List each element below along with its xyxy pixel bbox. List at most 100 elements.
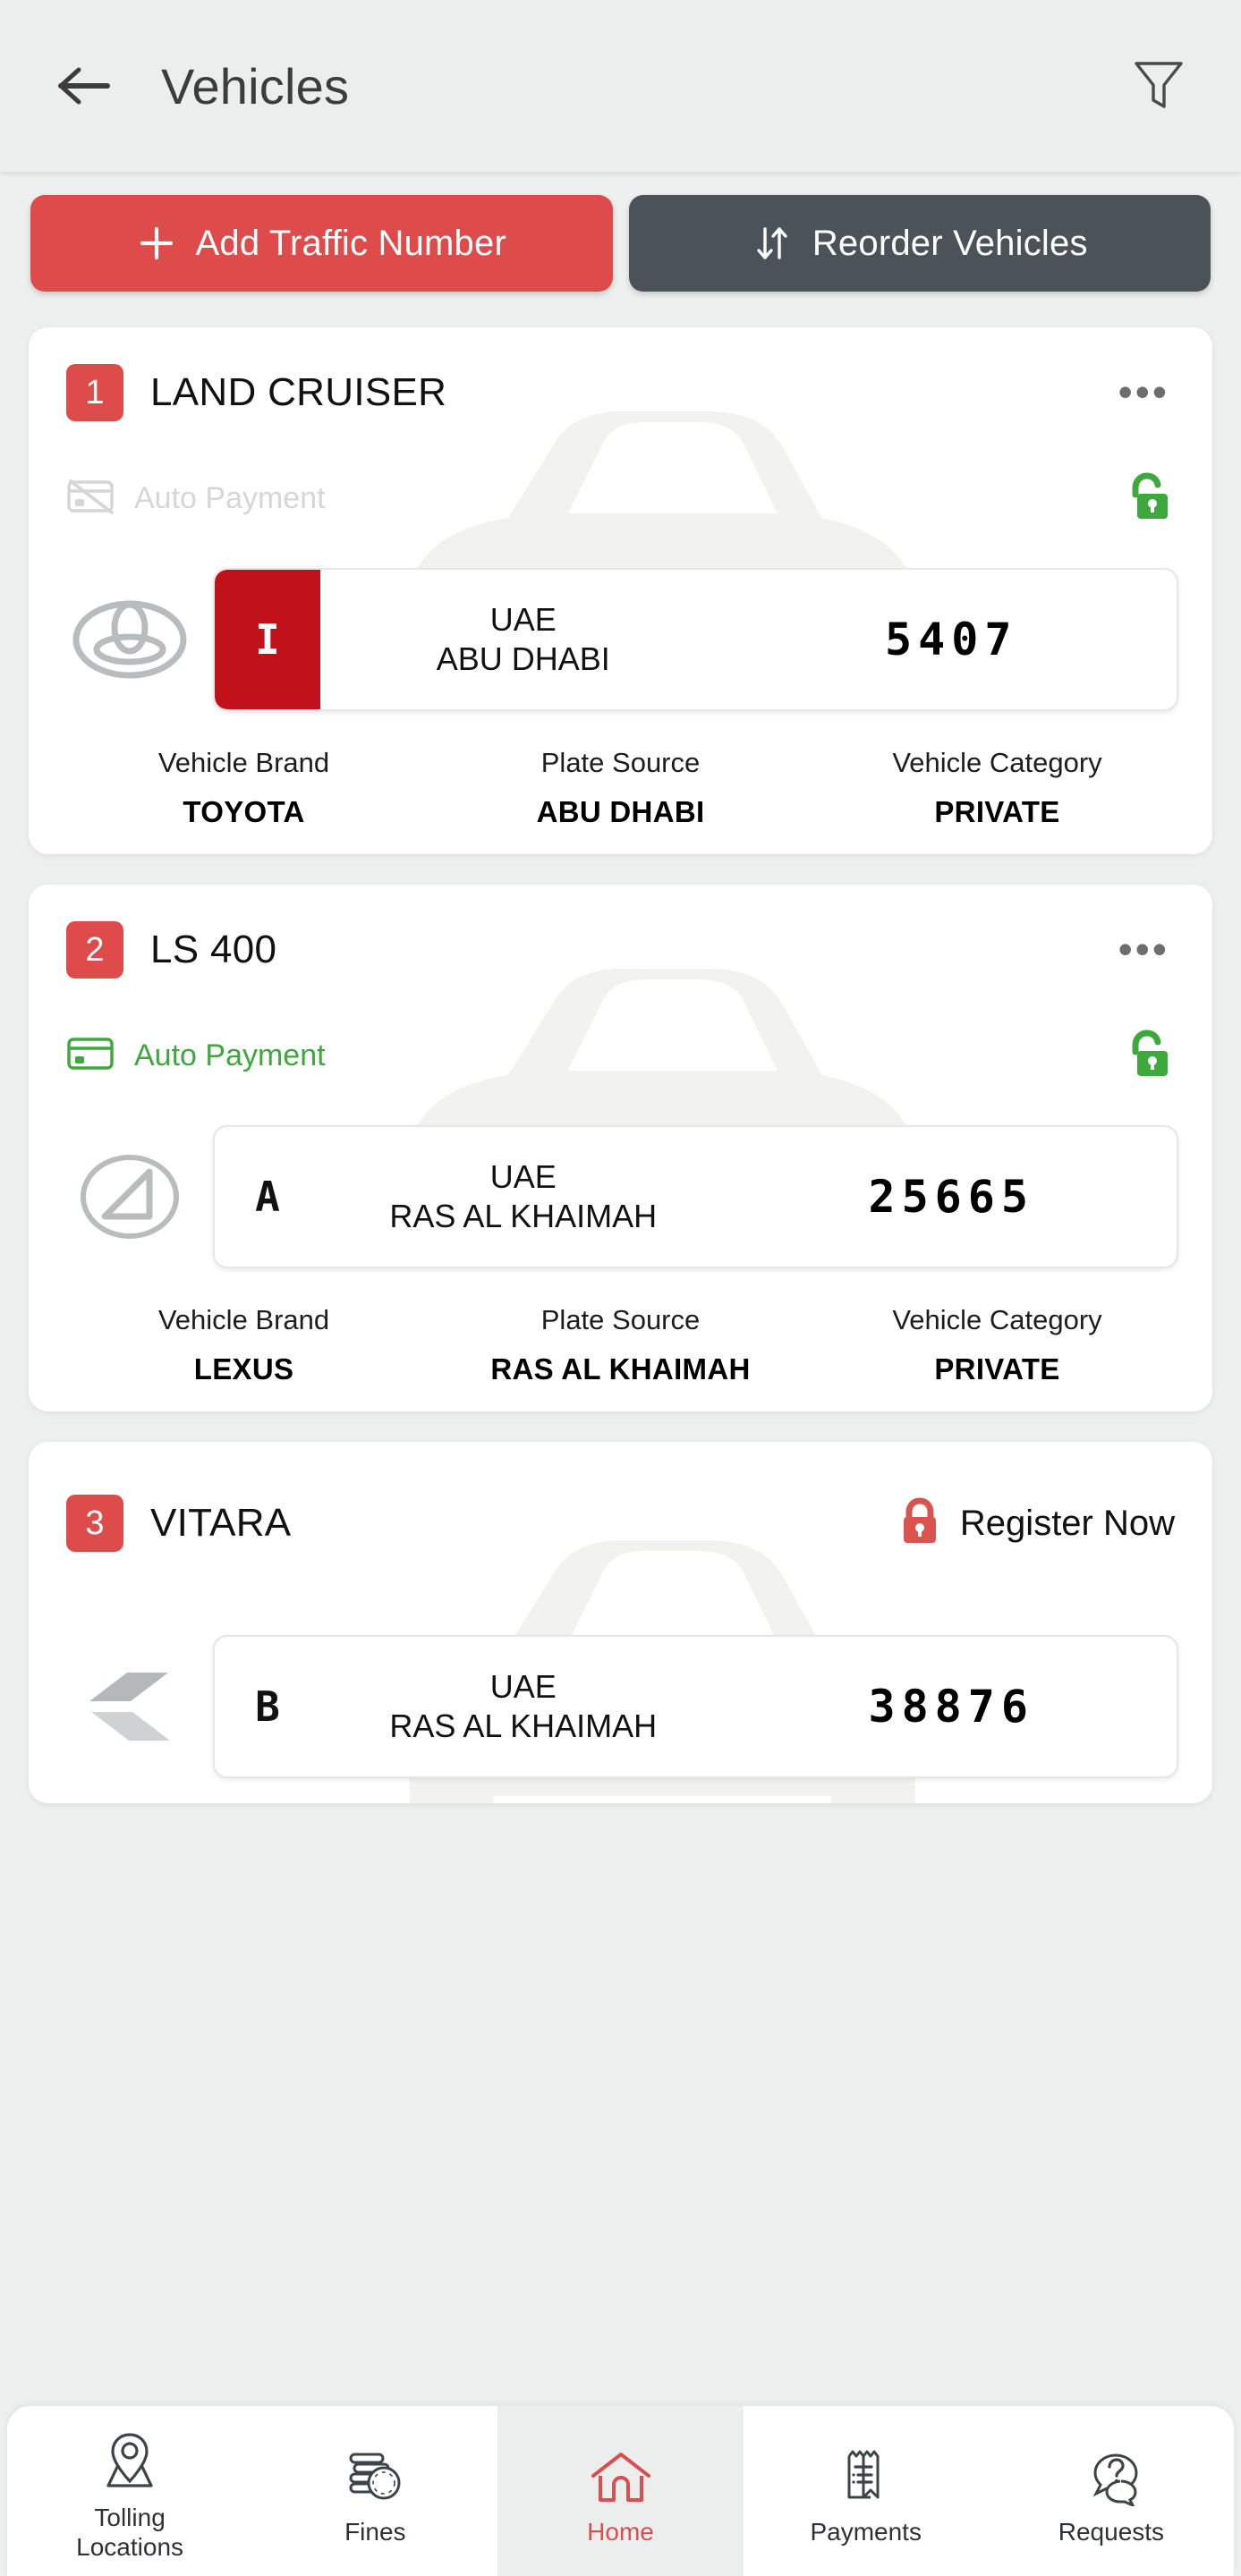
map-pin-icon: [98, 2428, 162, 2492]
vehicle-rank-badge: 1: [66, 364, 123, 421]
nav-tab-label: Fines: [344, 2518, 406, 2546]
detail-vehicle-category: Vehicle Category PRIVATE: [809, 747, 1186, 829]
filter-icon: [1135, 62, 1183, 108]
vehicles-scroll-area[interactable]: Add Traffic Number Reorder Vehicles 1 LA…: [0, 172, 1241, 2576]
auto-payment-label: Auto Payment: [134, 481, 326, 515]
license-plate-row: B UAE RAS AL KHAIMAH 38876: [29, 1635, 1212, 1778]
toyota-logo: [63, 597, 197, 682]
plate-source-text: UAE RAS AL KHAIMAH: [320, 1127, 726, 1267]
reorder-vehicles-label: Reorder Vehicles: [812, 223, 1088, 263]
license-plate-row: I UAE ABU DHABI 5407: [29, 568, 1212, 711]
reorder-vehicles-button[interactable]: Reorder Vehicles: [628, 195, 1211, 292]
vehicle-card-header: 3 VITARA Register Now: [29, 1488, 1212, 1558]
nav-tab-tolling-locations[interactable]: Tolling Locations: [7, 2406, 252, 2576]
back-button[interactable]: [47, 48, 122, 123]
nav-tab-label: Requests: [1058, 2518, 1165, 2546]
detail-value: LEXUS: [193, 1352, 294, 1385]
nav-tab-home[interactable]: Home: [497, 2406, 744, 2576]
suzuki-logo: [63, 1662, 197, 1751]
license-plate-row: A UAE RAS AL KHAIMAH 25665: [29, 1125, 1212, 1268]
detail-value: TOYOTA: [183, 795, 305, 828]
plate-source-text: UAE RAS AL KHAIMAH: [320, 1637, 726, 1776]
detail-label: Plate Source: [540, 747, 701, 778]
detail-label: Vehicle Brand: [157, 747, 330, 778]
detail-value: RAS AL KHAIMAH: [490, 1352, 751, 1385]
plate-number: 5407: [885, 614, 1018, 665]
nav-tab-label: Tolling Locations: [76, 2503, 184, 2561]
nav-tab-label: Home: [587, 2518, 654, 2546]
detail-label: Vehicle Brand: [157, 1304, 330, 1335]
home-icon: [588, 2442, 654, 2506]
detail-vehicle-brand: Vehicle Brand TOYOTA: [55, 747, 432, 829]
vehicle-card[interactable]: 1 LAND CRUISER ••• Auto Payment I UAE AB…: [29, 327, 1212, 854]
add-traffic-number-button[interactable]: Add Traffic Number: [30, 195, 613, 292]
plate-emirate: ABU DHABI: [436, 640, 610, 677]
detail-value: ABU DHABI: [536, 795, 705, 828]
plate-number: 38876: [868, 1681, 1034, 1733]
add-traffic-number-label: Add Traffic Number: [195, 223, 506, 263]
question-bubble-icon: [1080, 2442, 1143, 2507]
nav-tab-requests[interactable]: Requests: [989, 2406, 1234, 2576]
vehicle-name: VITARA: [150, 1501, 292, 1545]
app-header: Vehicles: [0, 0, 1241, 172]
vehicle-details-row: Vehicle Brand LEXUS Plate Source RAS AL …: [29, 1304, 1212, 1386]
plate-code: I: [215, 570, 320, 709]
license-plate[interactable]: I UAE ABU DHABI 5407: [213, 568, 1178, 711]
vehicles-screen: Vehicles Add Traffic Number Reorder Vehi…: [0, 0, 1241, 2576]
plate-country: UAE: [489, 1158, 557, 1196]
receipt-icon: [837, 2442, 896, 2506]
nav-tab-payments[interactable]: Payments: [744, 2406, 989, 2576]
sort-arrows-icon: [752, 223, 793, 264]
detail-label: Vehicle Category: [892, 747, 1102, 778]
plate-code: B: [255, 1682, 280, 1731]
plus-icon: [137, 224, 176, 263]
plate-country: UAE: [489, 601, 557, 639]
plate-number: 25665: [868, 1171, 1034, 1223]
nav-tab-label: Payments: [810, 2518, 922, 2546]
detail-plate-source: Plate Source ABU DHABI: [432, 747, 809, 829]
vehicle-rank-badge: 3: [66, 1495, 123, 1552]
plate-emirate: RAS AL KHAIMAH: [389, 1707, 658, 1744]
arrow-left-icon: [58, 67, 110, 105]
register-now-button[interactable]: Register Now: [897, 1496, 1175, 1552]
vehicle-details-row: Vehicle Brand TOYOTA Plate Source ABU DH…: [29, 747, 1212, 829]
vehicle-menu-button[interactable]: •••: [1113, 369, 1175, 416]
nav-tab-fines[interactable]: Fines: [252, 2406, 497, 2576]
card-icon: [66, 1035, 115, 1077]
plate-code: A: [255, 1173, 280, 1221]
vehicle-card[interactable]: 2 LS 400 ••• Auto Payment A UAE RAS AL K…: [29, 885, 1212, 1411]
vehicle-card-header: 1 LAND CRUISER •••: [29, 358, 1212, 428]
vehicle-name: LAND CRUISER: [150, 370, 447, 414]
action-buttons-row: Add Traffic Number Reorder Vehicles: [0, 172, 1241, 297]
detail-vehicle-brand: Vehicle Brand LEXUS: [55, 1304, 432, 1386]
license-plate[interactable]: A UAE RAS AL KHAIMAH 25665: [213, 1125, 1178, 1268]
page-title: Vehicles: [161, 57, 350, 114]
lock-icon: [897, 1496, 942, 1552]
detail-plate-source: Plate Source RAS AL KHAIMAH: [432, 1304, 809, 1386]
auto-payment-label: Auto Payment: [134, 1038, 326, 1072]
bottom-navigation: Tolling Locations Fines Home Payments Re…: [7, 2406, 1234, 2576]
detail-value: PRIVATE: [934, 795, 1060, 828]
vehicle-name: LS 400: [150, 928, 277, 971]
unlock-icon[interactable]: [1119, 1026, 1175, 1086]
vehicle-card[interactable]: 3 VITARA Register Now B UAE RAS AL KHAIM…: [29, 1442, 1212, 1803]
detail-value: PRIVATE: [934, 1352, 1060, 1385]
vehicle-menu-button[interactable]: •••: [1113, 927, 1175, 973]
card-disabled-icon: [66, 478, 115, 520]
plate-emirate: RAS AL KHAIMAH: [389, 1198, 658, 1234]
detail-label: Vehicle Category: [892, 1304, 1102, 1335]
filter-button[interactable]: [1123, 50, 1194, 122]
vehicle-card-header: 2 LS 400 •••: [29, 915, 1212, 985]
auto-payment-row[interactable]: Auto Payment: [29, 469, 1212, 529]
plate-source-text: UAE ABU DHABI: [320, 570, 726, 709]
detail-label: Plate Source: [540, 1304, 701, 1335]
register-now-label: Register Now: [959, 1503, 1175, 1543]
license-plate[interactable]: B UAE RAS AL KHAIMAH 38876: [213, 1635, 1178, 1778]
auto-payment-row[interactable]: Auto Payment: [29, 1026, 1212, 1086]
detail-vehicle-category: Vehicle Category PRIVATE: [809, 1304, 1186, 1386]
unlock-icon[interactable]: [1119, 469, 1175, 529]
lexus-logo: [63, 1150, 197, 1243]
plate-country: UAE: [489, 1668, 557, 1706]
coins-icon: [344, 2442, 406, 2506]
vehicle-rank-badge: 2: [66, 921, 123, 979]
